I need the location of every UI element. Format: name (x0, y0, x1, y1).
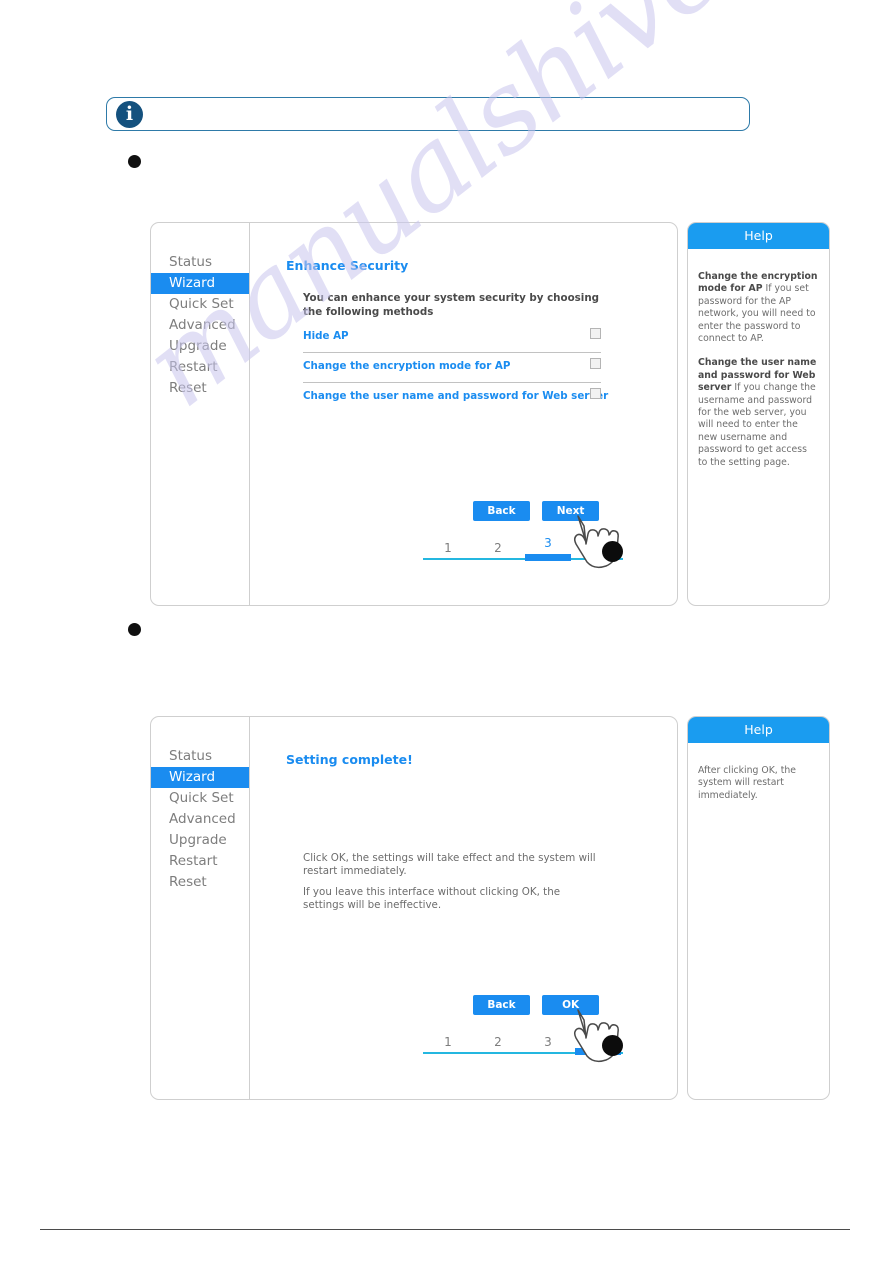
step-number: 1 (444, 541, 452, 555)
complete-paragraph-1: Click OK, the settings will take effect … (303, 852, 596, 877)
list-bullet (128, 155, 141, 168)
sidebar-item-wizard[interactable]: Wizard (151, 767, 249, 788)
security-option-list: Hide AP Change the encryption mode for A… (303, 323, 608, 412)
step-number: 3 (544, 536, 552, 550)
page-title: Setting complete! (286, 752, 413, 767)
step-number: 2 (494, 1035, 502, 1049)
step-3[interactable]: 3 (523, 536, 573, 561)
hide-ap-checkbox[interactable] (590, 328, 601, 339)
sidebar-item-advanced[interactable]: Advanced (151, 315, 249, 336)
step-bar (523, 1053, 573, 1055)
step-number: 1 (444, 1035, 452, 1049)
help-panel-enhance-security: Help Change the encryption mode for AP I… (687, 222, 830, 606)
step-bar (473, 1053, 523, 1055)
footer-divider (40, 1229, 850, 1230)
note-box: i (106, 97, 750, 131)
step-1[interactable]: 1 (423, 1035, 473, 1055)
step-1[interactable]: 1 (423, 541, 473, 561)
help-header: Help (688, 717, 829, 743)
sidebar-item-advanced[interactable]: Advanced (151, 809, 249, 830)
help-text: After clicking OK, the system will resta… (698, 765, 796, 801)
click-marker (602, 1035, 623, 1056)
step-bar (473, 559, 523, 561)
help-paragraph: Change the encryption mode for AP If you… (698, 271, 819, 345)
help-body: Change the encryption mode for AP If you… (688, 249, 829, 479)
list-bullet (128, 623, 141, 636)
back-button[interactable]: Back (473, 995, 530, 1015)
complete-paragraph-2: If you leave this interface without clic… (303, 886, 561, 911)
sidebar-item-reset[interactable]: Reset (151, 378, 249, 399)
step-2[interactable]: 2 (473, 1035, 523, 1055)
sidebar-item-upgrade[interactable]: Upgrade (151, 830, 249, 851)
sidebar-item-upgrade[interactable]: Upgrade (151, 336, 249, 357)
change-encryption-checkbox[interactable] (590, 358, 601, 369)
info-icon: i (116, 101, 143, 128)
sidebar-item-quick-set[interactable]: Quick Set (151, 294, 249, 315)
step-number: 2 (494, 541, 502, 555)
sidebar-item-quick-set[interactable]: Quick Set (151, 788, 249, 809)
sidebar: Status Wizard Quick Set Advanced Upgrade… (151, 717, 250, 1099)
help-paragraph: Change the user name and password for We… (698, 357, 819, 469)
option-label: Change the encryption mode for AP (303, 360, 511, 372)
sidebar-item-restart[interactable]: Restart (151, 357, 249, 378)
option-label: Hide AP (303, 330, 349, 342)
sidebar-item-wizard[interactable]: Wizard (151, 273, 249, 294)
sidebar-item-status[interactable]: Status (151, 252, 249, 273)
step-bar (423, 1053, 473, 1055)
page-title: Enhance Security (286, 258, 409, 273)
option-row-change-credentials[interactable]: Change the user name and password for We… (303, 382, 608, 412)
sidebar-item-status[interactable]: Status (151, 746, 249, 767)
help-panel-setting-complete: Help After clicking OK, the system will … (687, 716, 830, 1100)
option-row-hide-ap[interactable]: Hide AP (303, 323, 601, 352)
help-text: If you change the username and password … (698, 382, 816, 468)
hand-cursor-icon (568, 1004, 628, 1066)
step-number: 3 (544, 1035, 552, 1049)
back-button[interactable]: Back (473, 501, 530, 521)
step-2[interactable]: 2 (473, 541, 523, 561)
change-credentials-checkbox[interactable] (590, 388, 601, 399)
hand-cursor-icon (568, 510, 628, 572)
sidebar: Status Wizard Quick Set Advanced Upgrade… (151, 223, 250, 605)
help-body: After clicking OK, the system will resta… (688, 743, 829, 812)
help-paragraph: After clicking OK, the system will resta… (698, 765, 819, 802)
step-bar (423, 559, 473, 561)
option-row-change-encryption[interactable]: Change the encryption mode for AP (303, 352, 601, 382)
help-header: Help (688, 223, 829, 249)
intro-text: You can enhance your system security by … (303, 292, 600, 318)
click-marker (602, 541, 623, 562)
option-label: Change the user name and password for We… (303, 390, 609, 402)
step-bar (525, 554, 571, 561)
step-3[interactable]: 3 (523, 1035, 573, 1055)
sidebar-item-reset[interactable]: Reset (151, 872, 249, 893)
sidebar-item-restart[interactable]: Restart (151, 851, 249, 872)
